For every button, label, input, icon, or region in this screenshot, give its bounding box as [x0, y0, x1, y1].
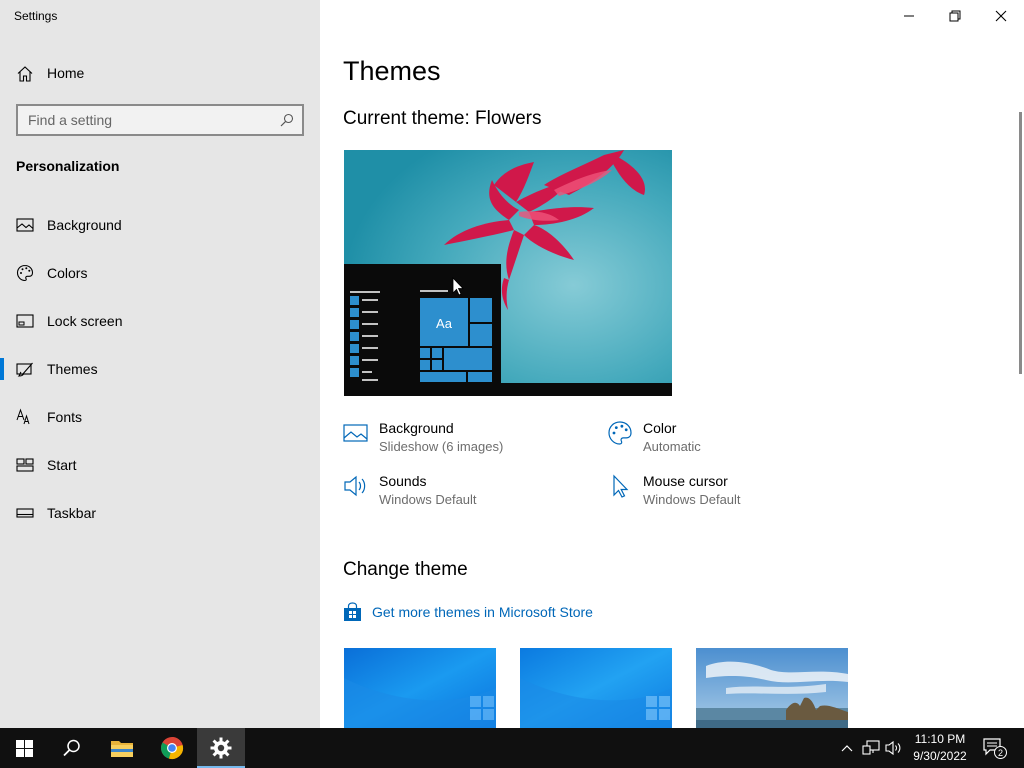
sidebar: Settings Home Personalization Background… [0, 0, 320, 728]
sidebar-item-lock-screen[interactable]: Lock screen [0, 301, 320, 341]
theme-color-title: Color [643, 420, 677, 436]
sidebar-item-label: Taskbar [47, 505, 97, 521]
sidebar-item-fonts[interactable]: Fonts [0, 397, 320, 437]
sidebar-item-colors[interactable]: Colors [0, 253, 320, 293]
volume-button[interactable] [884, 728, 904, 768]
network-icon [862, 740, 880, 755]
file-explorer-button[interactable] [98, 728, 146, 768]
sidebar-item-themes[interactable]: Themes [0, 349, 320, 389]
theme-mouse-cursor-title: Mouse cursor [643, 473, 728, 489]
theme-sounds-setting[interactable]: Sounds Windows Default [343, 473, 583, 513]
search-icon [63, 739, 80, 757]
sidebar-item-start[interactable]: Start [0, 445, 320, 485]
show-hidden-icons-button[interactable] [838, 728, 856, 768]
current-theme-heading: Current theme: Flowers [343, 108, 542, 129]
sidebar-item-label: Colors [47, 265, 88, 281]
chrome-button[interactable] [148, 728, 196, 768]
start-icon [16, 458, 34, 472]
action-center-button[interactable]: 2 [980, 728, 1010, 768]
chevron-up-icon [841, 745, 853, 752]
palette-icon [608, 421, 632, 445]
restore-icon [949, 10, 961, 22]
theme-color-setting[interactable]: Color Automatic [607, 420, 807, 460]
folder-icon [111, 741, 133, 757]
minimize-icon [904, 15, 914, 17]
store-icon [344, 602, 361, 621]
store-link-text[interactable]: Get more themes in Microsoft Store [372, 604, 593, 620]
gear-icon [210, 737, 232, 759]
theme-background-title: Background [379, 420, 454, 436]
theme-color-value: Automatic [643, 439, 701, 454]
sidebar-item-label: Fonts [47, 409, 83, 425]
search-taskbar-button[interactable] [48, 728, 96, 768]
close-button[interactable] [978, 0, 1024, 32]
windows-wallpaper-image [344, 648, 496, 728]
theme-thumbnail-beach[interactable] [696, 648, 848, 728]
store-link[interactable]: Get more themes in Microsoft Store [343, 602, 613, 624]
theme-background-setting[interactable]: Background Slideshow (6 images) [343, 420, 583, 460]
theme-sounds-title: Sounds [379, 473, 427, 489]
app-title: Settings [14, 9, 58, 23]
nav-home[interactable]: Home [0, 58, 320, 88]
search-input[interactable] [18, 106, 268, 134]
lock-screen-icon [16, 314, 34, 328]
theme-mouse-cursor-value: Windows Default [643, 492, 741, 507]
picture-icon [16, 218, 34, 232]
theme-background-value: Slideshow (6 images) [379, 439, 504, 454]
minimize-button[interactable] [886, 0, 932, 32]
sidebar-item-label: Background [47, 217, 122, 233]
close-icon [995, 10, 1007, 22]
windows-light-wallpaper-image [520, 648, 672, 728]
sidebar-item-background[interactable]: Background [0, 205, 320, 245]
clock[interactable]: 11:10 PM 9/30/2022 [906, 731, 974, 765]
nav-home-label: Home [47, 65, 85, 81]
picture-icon [343, 424, 368, 442]
clock-time: 11:10 PM [914, 732, 966, 746]
sidebar-item-label: Themes [47, 361, 98, 377]
font-icon [16, 408, 30, 425]
brush-icon [16, 362, 33, 377]
clock-date: 9/30/2022 [913, 749, 967, 763]
notification-count: 2 [998, 748, 1003, 758]
search-box[interactable] [16, 104, 304, 136]
restore-button[interactable] [932, 0, 978, 32]
beach-wallpaper-image [696, 648, 848, 728]
cursor-icon [613, 474, 629, 498]
preview-tile-text: Aa [436, 316, 453, 331]
settings-taskbar-button[interactable] [197, 728, 245, 768]
search-icon[interactable] [280, 113, 294, 127]
speaker-icon [885, 740, 901, 756]
taskbar-icon [16, 508, 34, 518]
theme-sounds-value: Windows Default [379, 492, 477, 507]
chrome-icon [161, 737, 184, 760]
sidebar-item-label: Start [47, 457, 77, 473]
theme-thumbnail-windows[interactable] [344, 648, 496, 728]
palette-icon [16, 264, 34, 282]
section-label: Personalization [16, 158, 120, 174]
windows-logo-icon [15, 739, 33, 757]
theme-mouse-cursor-setting[interactable]: Mouse cursor Windows Default [607, 473, 807, 513]
notification-icon: 2 [983, 738, 1007, 759]
change-theme-heading: Change theme [343, 559, 468, 580]
network-button[interactable] [861, 728, 881, 768]
start-button[interactable] [0, 728, 48, 768]
taskbar: 11:10 PM 9/30/2022 2 [0, 728, 1024, 768]
sidebar-item-label: Lock screen [47, 313, 123, 329]
theme-thumbnail-windows-light[interactable] [520, 648, 672, 728]
page-title: Themes [343, 56, 441, 86]
speaker-icon [344, 475, 366, 497]
sidebar-item-taskbar[interactable]: Taskbar [0, 493, 320, 533]
theme-preview-image: Aa [344, 150, 672, 396]
scrollbar[interactable] [1019, 112, 1022, 374]
home-icon [17, 66, 33, 82]
theme-preview: Aa [344, 150, 672, 396]
